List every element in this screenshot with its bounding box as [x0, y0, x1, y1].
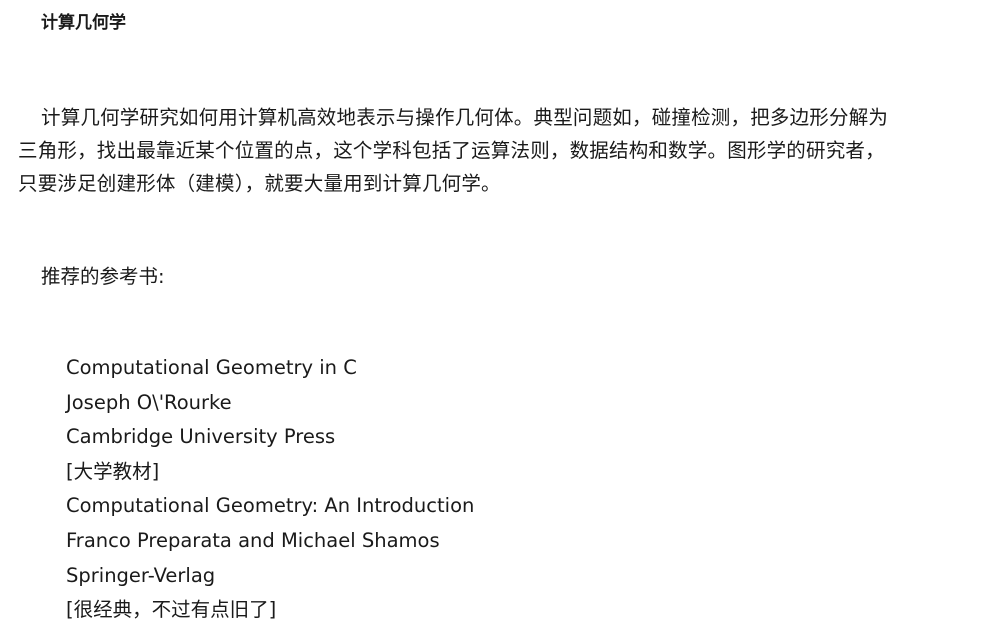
- reference-book-title: Computational Geometry: An Introduction: [66, 494, 475, 518]
- reference-book-title: Computational Geometry in C: [66, 356, 357, 379]
- reference-book-author: Joseph O\'Rourke: [66, 390, 232, 414]
- intro-line: 三角形，找出最靠近某个位置的点，这个学科包括了运算法则，数据结构和数学。图形学的…: [18, 139, 885, 162]
- reference-book-note: [大学教材]: [66, 459, 160, 483]
- reference-book-publisher: Cambridge University Press: [66, 425, 336, 449]
- intro-line: 计算几何学研究如何用计算机高效地表示与操作几何体。典型问题如，碰撞检测，把多边形…: [41, 106, 889, 129]
- reference-book-note: [很经典，不过有点旧了]: [66, 598, 277, 622]
- reference-book-author: Franco Preparata and Michael Shamos: [66, 528, 440, 552]
- reference-book-publisher: Springer-Verlag: [66, 563, 216, 587]
- intro-paragraph: 计算几何学研究如何用计算机高效地表示与操作几何体。典型问题如，碰撞检测，把多边形…: [18, 101, 983, 200]
- page-title: 计算几何学: [41, 13, 126, 33]
- intro-line: 只要涉足创建形体（建模），就要大量用到计算几何学。: [18, 172, 501, 195]
- reference-list: Computational Geometry in C Joseph O\'Ro…: [66, 351, 474, 628]
- references-heading: 推荐的参考书:: [41, 265, 165, 288]
